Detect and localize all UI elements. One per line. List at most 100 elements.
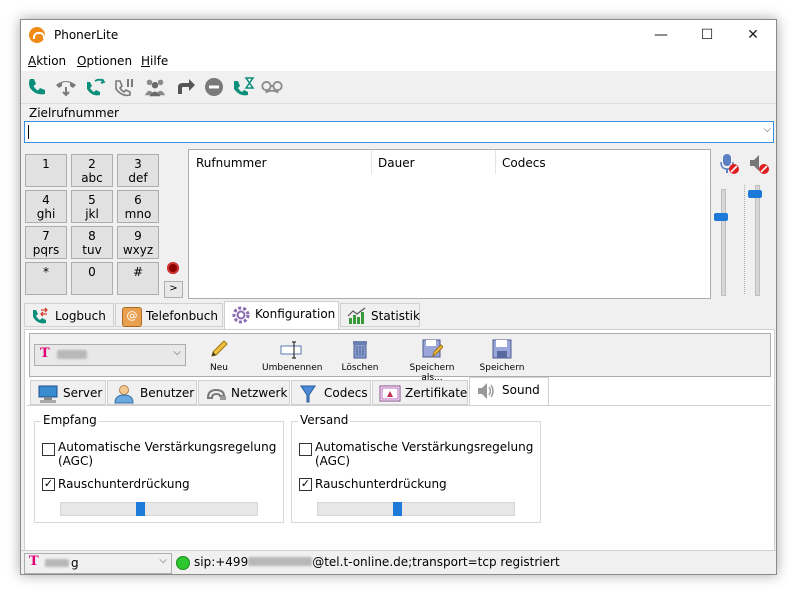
rename-icon	[280, 338, 302, 360]
target-number-input[interactable]: ⌵	[24, 121, 774, 143]
save-as-icon	[421, 338, 444, 360]
key-8[interactable]: 8 tuv	[71, 226, 113, 259]
hold-icon[interactable]	[54, 75, 78, 99]
column-separator[interactable]	[495, 150, 496, 174]
key-5[interactable]: 5 jkl	[71, 190, 113, 223]
configuration-panel: T ⌵ Neu Umbenennen Löschen Speichern als…	[24, 329, 775, 569]
forward-icon[interactable]	[173, 75, 197, 99]
microphone-volume-slider[interactable]	[710, 189, 729, 296]
key-6[interactable]: 6 mno	[117, 190, 159, 223]
window-title: PhonerLite	[54, 28, 119, 42]
send-agc-checkbox[interactable]	[299, 443, 312, 456]
send-noise-reduction-label[interactable]: Rauschunterdrückung	[315, 477, 447, 491]
receive-group-title: Empfang	[41, 413, 99, 427]
slider-thumb[interactable]	[714, 213, 728, 221]
conference-icon[interactable]	[143, 75, 167, 99]
key-0[interactable]: 0	[71, 262, 113, 295]
receive-noise-reduction-checkbox[interactable]: ✓	[42, 478, 55, 491]
tab-label: Server	[63, 386, 103, 400]
key-3[interactable]: 3 def	[117, 154, 159, 187]
tab-logbuch[interactable]: Logbuch	[24, 303, 114, 327]
column-separator[interactable]	[371, 150, 372, 174]
new-button[interactable]: Neu	[204, 338, 234, 373]
anonymous-icon[interactable]	[260, 75, 284, 99]
tab-label: Statistik	[371, 309, 420, 323]
column-header-codecs[interactable]: Codecs	[502, 156, 546, 170]
key-1[interactable]: 1	[25, 154, 67, 187]
certificate-icon	[379, 384, 401, 402]
account-select[interactable]: T ⌵	[34, 344, 186, 366]
slider-thumb[interactable]	[136, 502, 145, 516]
speaker-mute-icon[interactable]	[748, 153, 770, 178]
tab-label: Sound	[502, 383, 540, 397]
save-button[interactable]: Speichern	[479, 338, 525, 373]
close-button[interactable]: ✕	[730, 20, 776, 51]
delete-trash-icon	[349, 338, 371, 360]
receive-noise-reduction-slider[interactable]	[60, 502, 258, 516]
dnd-icon[interactable]	[202, 75, 226, 99]
speaker-volume-slider[interactable]	[744, 185, 763, 296]
receive-agc-label[interactable]: Automatische Verstärkungsregelung (AGC)	[58, 440, 278, 468]
send-noise-reduction-slider[interactable]	[317, 502, 515, 516]
config-gear-icon	[231, 305, 250, 324]
receive-noise-reduction-label[interactable]: Rauschunterdrückung	[58, 477, 190, 491]
redacted-account-name	[57, 350, 87, 359]
rename-button[interactable]: Umbenennen	[262, 338, 323, 373]
slider-thumb[interactable]	[748, 190, 762, 198]
tab-codecs[interactable]: Codecs	[291, 380, 371, 405]
tab-label: Benutzer	[140, 386, 195, 400]
menu-optionen[interactable]: Optionen	[77, 54, 132, 68]
tab-konfiguration[interactable]: Konfiguration	[224, 301, 339, 329]
column-header-rufnummer[interactable]: Rufnummer	[196, 156, 267, 170]
button-label: Neu	[210, 363, 228, 373]
chevron-down-icon[interactable]: ⌵	[763, 124, 771, 135]
menu-aktion[interactable]: Aktion	[28, 54, 66, 68]
tab-label: Netzwerk	[231, 386, 288, 400]
call-icon[interactable]	[25, 75, 49, 99]
receive-agc-checkbox[interactable]	[42, 443, 55, 456]
tab-server[interactable]: Server	[30, 380, 106, 405]
call-list[interactable]: Rufnummer Dauer Codecs	[188, 149, 711, 299]
key-2[interactable]: 2 abc	[71, 154, 113, 187]
chevron-down-icon[interactable]: ⌵	[173, 347, 181, 358]
phonebook-icon: @	[122, 307, 142, 327]
tab-netzwerk[interactable]: Netzwerk	[198, 380, 290, 405]
tab-statistik[interactable]: Statistik	[340, 303, 420, 327]
waiting-icon[interactable]	[231, 75, 255, 99]
minimize-button[interactable]: —	[638, 20, 684, 51]
status-account-select[interactable]: T g ⌵	[24, 553, 172, 574]
key-7[interactable]: 7 pqrs	[25, 226, 67, 259]
tab-benutzer[interactable]: Benutzer	[107, 380, 197, 405]
transfer-icon[interactable]	[83, 75, 107, 99]
key-hash[interactable]: #	[117, 262, 159, 295]
delete-button[interactable]: Löschen	[340, 338, 380, 373]
sip-uri-end: @tel.t-online.de;transport=tcp registrie…	[312, 555, 560, 569]
send-agc-label[interactable]: Automatische Verstärkungsregelung (AGC)	[315, 440, 535, 468]
send-noise-reduction-checkbox[interactable]: ✓	[299, 478, 312, 491]
key-star[interactable]: *	[25, 262, 67, 295]
column-header-dauer[interactable]: Dauer	[378, 156, 415, 170]
receive-group: Empfang Automatische Verstärkungsregelun…	[34, 413, 284, 523]
tab-zertifikate[interactable]: Zertifikate	[372, 380, 468, 405]
send-group: Versand Automatische Verstärkungsregelun…	[291, 413, 541, 523]
key-9[interactable]: 9 wxyz	[117, 226, 159, 259]
chevron-down-icon[interactable]: ⌵	[159, 555, 167, 566]
park-icon[interactable]	[113, 75, 137, 99]
record-icon[interactable]	[167, 262, 179, 274]
tab-sound[interactable]: Sound	[469, 377, 549, 405]
expand-button[interactable]: >	[164, 281, 183, 298]
menu-hilfe[interactable]: Hilfe	[141, 54, 168, 68]
key-4[interactable]: 4 ghi	[25, 190, 67, 223]
telekom-logo: T	[29, 554, 39, 569]
slider-thumb[interactable]	[393, 502, 402, 516]
button-label: Speichern	[479, 363, 525, 373]
redacted-phone-number	[248, 557, 313, 566]
microphone-mute-icon[interactable]	[718, 153, 740, 178]
statistics-icon	[347, 307, 366, 325]
tab-telefonbuch[interactable]: @ Telefonbuch	[115, 303, 223, 327]
server-icon	[37, 384, 58, 403]
target-number-label: Zielrufnummer	[29, 106, 119, 120]
maximize-button[interactable]: ☐	[684, 20, 730, 51]
button-label: Löschen	[341, 363, 379, 373]
user-icon	[114, 384, 134, 404]
